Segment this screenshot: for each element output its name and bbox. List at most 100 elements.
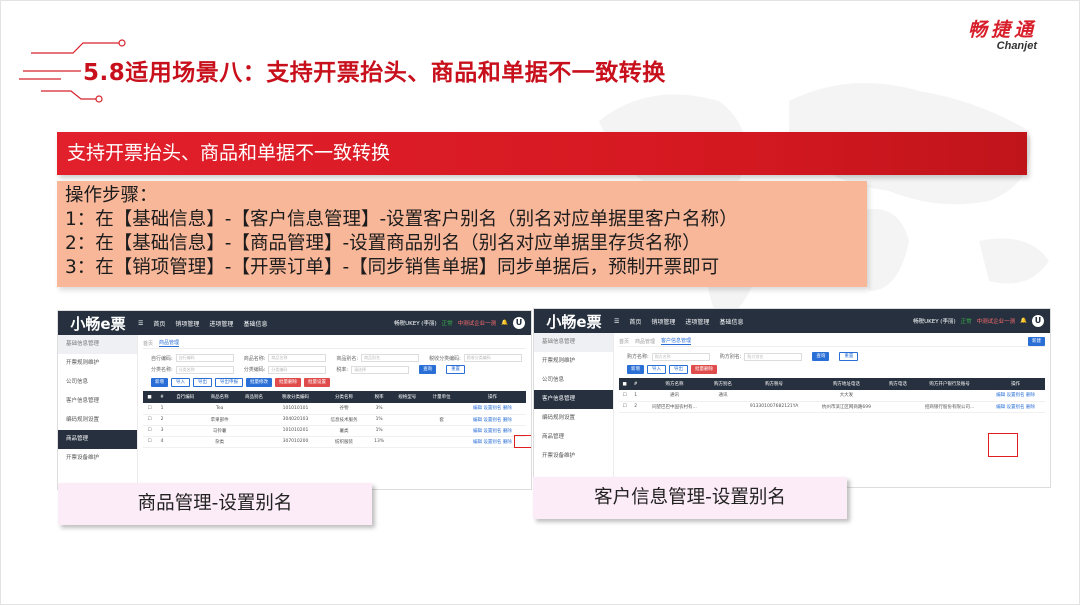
- export-declare-button[interactable]: 导出申报: [215, 378, 243, 387]
- new-button[interactable]: 新建: [1028, 336, 1045, 346]
- tax-rate-select[interactable]: 请选择: [351, 365, 410, 374]
- name-input[interactable]: 商品名称: [268, 354, 327, 362]
- row-checkbox[interactable]: ☐: [143, 436, 156, 448]
- sidebar-item-coding-rules[interactable]: 编码规则设置: [534, 409, 613, 428]
- menu-output-tax[interactable]: 销项管理: [651, 317, 675, 326]
- bell-icon[interactable]: 🔔: [1020, 318, 1027, 324]
- table-row[interactable]: ☐ 1 通讯 通讯 大大发 编辑 设置别名 删除: [619, 390, 1045, 402]
- sidebar-item-customers[interactable]: 客户信息管理: [534, 390, 613, 409]
- reset-button[interactable]: 重置: [446, 365, 466, 374]
- buyer-name-input[interactable]: 购方名称: [651, 352, 710, 361]
- avatar[interactable]: U: [513, 317, 525, 329]
- table-row[interactable]: ☐ 4 杂类 307010200 纺织服装 13% 编辑 设置别名 删除: [143, 436, 526, 448]
- tax-code-input[interactable]: 税收分类编码: [463, 354, 522, 362]
- filter-form: 购方名称: 购方名称 购方别名: 购方别名 查询 重置: [627, 352, 1045, 361]
- batch-edit-button[interactable]: 批量修改: [246, 378, 272, 387]
- table-row[interactable]: ☐ 2 同望巴巴中国农村有... 913301007682121YA 杭州市滨江…: [619, 401, 1045, 413]
- export-button[interactable]: 导出: [669, 365, 688, 374]
- main-panel: 首页 商品管理 自行编码: 自行编码 商品名称: 商品名称 商品别名: 商品别名 税收…: [138, 335, 531, 489]
- org-select[interactable]: 中测试企业一测: [977, 317, 1016, 325]
- col-header: #: [155, 391, 169, 403]
- tab-products[interactable]: 商品管理: [635, 338, 655, 345]
- hamburger-icon[interactable]: ☰: [138, 320, 143, 327]
- code-input[interactable]: 自行编码: [175, 354, 234, 362]
- bell-icon[interactable]: 🔔: [501, 320, 508, 326]
- category-input[interactable]: 分类名称: [175, 365, 234, 374]
- category-code-input[interactable]: 分类编码: [268, 365, 327, 374]
- sidebar-item-products[interactable]: 商品管理: [534, 428, 613, 447]
- sidebar-item-customers[interactable]: 客户信息管理: [58, 392, 137, 411]
- cell: 1%: [368, 414, 391, 426]
- row-actions[interactable]: 编辑 设置别名 删除: [458, 414, 526, 426]
- tab-customers[interactable]: 客户信息管理: [661, 337, 692, 345]
- row-actions[interactable]: 编辑 设置别名 删除: [986, 401, 1045, 413]
- cell: 纺织服装: [319, 436, 369, 448]
- cell: [236, 403, 272, 415]
- col-header: 商品名称: [202, 391, 237, 403]
- menu-output-tax[interactable]: 销项管理: [175, 319, 199, 328]
- export-button[interactable]: 导出: [193, 378, 212, 387]
- cell: 1: [155, 403, 169, 415]
- col-checkbox[interactable]: ■: [143, 391, 156, 403]
- sidebar-item-coding-rules[interactable]: 编码规则设置: [58, 411, 137, 430]
- tab-products[interactable]: 商品管理: [159, 339, 180, 347]
- row-actions[interactable]: 编辑 设置别名 删除: [986, 390, 1045, 402]
- col-checkbox[interactable]: ■: [619, 378, 631, 390]
- table-row[interactable]: ☐ 3 马铃薯 101010201 薯类 1% 编辑 设置别名 删除: [143, 425, 526, 437]
- toolbar: 新增 导入 导出 导出申报 批量修改 批量删除 批量设置: [151, 378, 526, 387]
- alias-input[interactable]: 商品别名: [361, 354, 420, 362]
- reset-button[interactable]: 重置: [839, 352, 859, 361]
- step-2: 2：在【基础信息】-【商品管理】-设置商品别名（别名对应单据里存货名称）: [65, 233, 701, 254]
- hamburger-icon[interactable]: ☰: [614, 318, 619, 325]
- search-button[interactable]: 查询: [419, 365, 437, 374]
- org-select[interactable]: 中测试企业一测: [458, 319, 497, 327]
- sidebar-item-devices[interactable]: 开票设备维护: [58, 449, 137, 468]
- sidebar-item-company[interactable]: 公司信息: [58, 373, 137, 392]
- avatar[interactable]: U: [1032, 315, 1044, 327]
- col-header: 计量单位: [424, 391, 459, 403]
- sidebar-item-basic-info[interactable]: 基础信息管理: [58, 335, 137, 354]
- batch-delete-button[interactable]: 批量删除: [275, 378, 301, 387]
- menu-input-tax[interactable]: 进项管理: [685, 317, 709, 326]
- cell: [168, 403, 203, 415]
- menu-basic-info[interactable]: 基础信息: [243, 319, 267, 328]
- cell: [882, 401, 914, 413]
- tab-home[interactable]: 首页: [143, 340, 153, 347]
- menu-home[interactable]: 首页: [629, 317, 641, 326]
- row-checkbox[interactable]: ☐: [143, 425, 156, 437]
- sidebar-item-basic-info[interactable]: 基础信息管理: [534, 333, 613, 352]
- menu-input-tax[interactable]: 进项管理: [209, 319, 233, 328]
- app-brand: 小畅e票: [546, 312, 602, 331]
- search-button[interactable]: 查询: [812, 352, 830, 361]
- batch-delete-button[interactable]: 批量删除: [691, 365, 717, 374]
- menu-basic-info[interactable]: 基础信息: [719, 317, 743, 326]
- buyer-alias-input[interactable]: 购方别名: [744, 352, 803, 361]
- row-actions[interactable]: 编辑 设置别名 删除: [458, 403, 526, 415]
- add-button[interactable]: 新增: [627, 365, 644, 374]
- sidebar-item-invoice-rules[interactable]: 开票规则维护: [58, 354, 137, 373]
- header-right: 畅税UKEY (李丽) 正常 中测试企业一测 🔔 U: [394, 317, 531, 329]
- row-checkbox[interactable]: ☐: [619, 401, 631, 413]
- table-row[interactable]: ☐ 2 苹果部件 304020103 信息技术服务 1% 套 编辑 设置别名 删…: [143, 414, 526, 426]
- row-checkbox[interactable]: ☐: [143, 403, 156, 415]
- row-checkbox[interactable]: ☐: [143, 414, 156, 426]
- add-button[interactable]: 新增: [151, 378, 168, 387]
- filter-label: 税收分类编码:: [429, 355, 461, 362]
- tab-home[interactable]: 首页: [619, 338, 629, 345]
- menu-home[interactable]: 首页: [153, 319, 165, 328]
- sidebar-item-company[interactable]: 公司信息: [534, 371, 613, 390]
- cell: 913301007682121YA: [738, 401, 811, 413]
- sidebar-item-devices[interactable]: 开票设备维护: [534, 447, 613, 466]
- sidebar-item-products[interactable]: 商品管理: [58, 430, 137, 449]
- table-row[interactable]: ☐ 1 Tea 101010101 谷物 3% 编辑 设置别名 删除: [143, 403, 526, 415]
- step-3: 3：在【销项管理】-【开票订单】-【同步销售单据】同步单据后，预制开票即可: [65, 257, 720, 278]
- cell: [168, 414, 203, 426]
- import-button[interactable]: 导入: [171, 378, 190, 387]
- batch-set-button[interactable]: 批量设置: [304, 378, 330, 387]
- row-checkbox[interactable]: ☐: [619, 390, 631, 402]
- cell: 101010201: [271, 425, 320, 437]
- import-button[interactable]: 导入: [647, 365, 666, 374]
- customer-table: ■ # 购方名称 购方别名 购方税号 购方地址电话 购方电话 购方开户银行及账号…: [619, 378, 1045, 413]
- red-banner: 支持开票抬头、商品和单据不一致转换: [57, 132, 1027, 175]
- sidebar-item-invoice-rules[interactable]: 开票规则维护: [534, 352, 613, 371]
